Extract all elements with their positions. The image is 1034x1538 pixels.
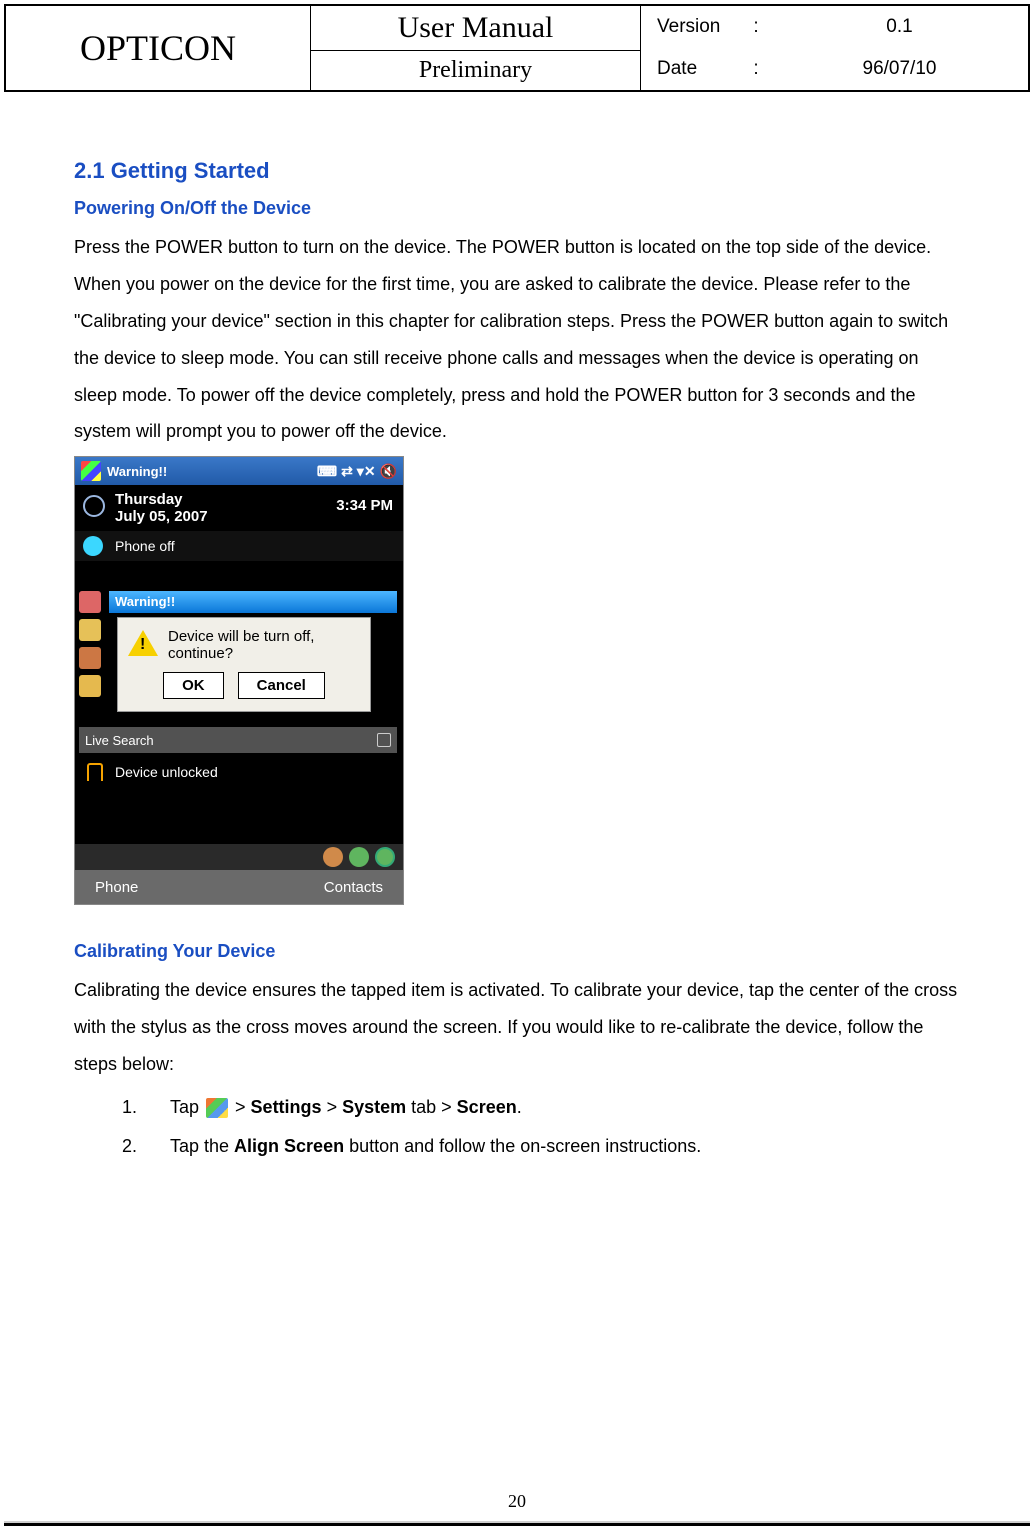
step1-system: System bbox=[342, 1097, 406, 1117]
step-text-1: Tap > Settings > System tab > Screen. bbox=[170, 1089, 960, 1126]
speaker-icon: 🔇 bbox=[380, 463, 397, 480]
doc-subtitle: Preliminary bbox=[311, 51, 640, 90]
meta-cell: Version : 0.1 Date : 96/07/10 bbox=[641, 6, 1028, 90]
step2-suffix: button and follow the on-screen instruct… bbox=[344, 1136, 701, 1156]
search-icon bbox=[377, 733, 391, 747]
keyboard-icon: ⌨ bbox=[317, 463, 337, 480]
section-heading: 2.1 Getting Started bbox=[74, 158, 960, 184]
tray-icon-1 bbox=[323, 847, 343, 867]
calendar-icon bbox=[79, 647, 101, 669]
ok-button[interactable]: OK bbox=[163, 672, 224, 699]
steps-list: 1. Tap > Settings > System tab > Screen.… bbox=[74, 1089, 960, 1165]
colon: : bbox=[741, 16, 771, 38]
unlock-icon bbox=[87, 763, 103, 781]
version-value: 0.1 bbox=[771, 16, 1028, 38]
ss-warning-bar: Warning!! bbox=[109, 591, 397, 613]
ss-phone-off-label: Phone off bbox=[115, 538, 175, 554]
list-item: 2. Tap the Align Screen button and follo… bbox=[122, 1128, 960, 1165]
step1-screen: Screen bbox=[457, 1097, 517, 1117]
step1-settings: Settings bbox=[251, 1097, 322, 1117]
tray-icon-2 bbox=[349, 847, 369, 867]
softkey-contacts[interactable]: Contacts bbox=[324, 879, 383, 896]
ss-poweroff-dialog: Device will be turn off, continue? OK Ca… bbox=[117, 617, 371, 712]
ss-date-row: Thursday July 05, 2007 3:34 PM bbox=[75, 485, 403, 531]
step1-period: . bbox=[517, 1097, 522, 1117]
paragraph-power: Press the POWER button to turn on the de… bbox=[74, 229, 960, 450]
windows-start-icon bbox=[206, 1098, 228, 1118]
ss-dialog-text: Device will be turn off, continue? bbox=[168, 628, 360, 662]
version-row: Version : 0.1 bbox=[641, 6, 1028, 48]
date-row: Date : 96/07/10 bbox=[641, 48, 1028, 90]
paragraph-calibrate: Calibrating the device ensures the tappe… bbox=[74, 972, 960, 1083]
title-cell: User Manual Preliminary bbox=[311, 6, 641, 90]
ss-top-bar: Warning!! ⌨ ⇄ ▾✕ 🔇 bbox=[75, 457, 403, 485]
windows-start-icon bbox=[81, 461, 101, 481]
grid-icon bbox=[79, 675, 101, 697]
sync-icon: ⇄ bbox=[341, 463, 353, 480]
mail-icon bbox=[79, 619, 101, 641]
ss-time: 3:34 PM bbox=[336, 497, 393, 514]
step1-gt2: > bbox=[322, 1097, 343, 1117]
warning-triangle-icon bbox=[128, 630, 158, 656]
brand-cell: OPTICON bbox=[6, 6, 311, 90]
cancel-button[interactable]: Cancel bbox=[238, 672, 325, 699]
date-value: 96/07/10 bbox=[771, 58, 1028, 80]
doc-title: User Manual bbox=[311, 6, 640, 51]
colon: : bbox=[741, 58, 771, 80]
subsection-heading-power: Powering On/Off the Device bbox=[74, 198, 960, 219]
ss-side-icons bbox=[79, 591, 101, 697]
ss-live-label: Live Search bbox=[85, 733, 154, 748]
tray-icon-3 bbox=[375, 847, 395, 867]
footer-rule bbox=[4, 1523, 1030, 1526]
subsection-heading-calibrate: Calibrating Your Device bbox=[74, 941, 960, 962]
step1-gt1: > bbox=[230, 1097, 251, 1117]
step-number-2: 2. bbox=[122, 1128, 170, 1165]
ss-date-text: July 05, 2007 bbox=[115, 508, 208, 525]
step-number-1: 1. bbox=[122, 1089, 170, 1126]
ss-softkey-bar: Phone Contacts bbox=[75, 870, 403, 904]
date-label: Date bbox=[641, 58, 741, 80]
document-header: OPTICON User Manual Preliminary Version … bbox=[4, 4, 1030, 92]
softkey-phone[interactable]: Phone bbox=[95, 879, 138, 896]
page-content: 2.1 Getting Started Powering On/Off the … bbox=[0, 96, 1034, 1165]
device-screenshot: Warning!! ⌨ ⇄ ▾✕ 🔇 Thursday July 05, 200… bbox=[74, 456, 404, 905]
ss-tray-row bbox=[75, 844, 403, 872]
step2-align: Align Screen bbox=[234, 1136, 344, 1156]
step1-tab: tab > bbox=[406, 1097, 457, 1117]
ss-day: Thursday bbox=[115, 491, 208, 508]
page-number: 20 bbox=[0, 1491, 1034, 1512]
ss-live-search-row: Live Search bbox=[79, 727, 397, 753]
ss-phone-off-row: Phone off bbox=[75, 531, 403, 561]
ss-unlocked-label: Device unlocked bbox=[115, 764, 218, 780]
phone-icon bbox=[83, 536, 103, 556]
step-text-2: Tap the Align Screen button and follow t… bbox=[170, 1128, 960, 1165]
ss-status-icons: ⌨ ⇄ ▾✕ 🔇 bbox=[317, 463, 397, 480]
ss-top-title: Warning!! bbox=[107, 464, 167, 479]
ss-unlocked-row: Device unlocked bbox=[79, 757, 397, 787]
version-label: Version bbox=[641, 16, 741, 38]
list-item: 1. Tap > Settings > System tab > Screen. bbox=[122, 1089, 960, 1126]
step2-prefix: Tap the bbox=[170, 1136, 234, 1156]
step1-prefix: Tap bbox=[170, 1097, 204, 1117]
contact-icon bbox=[79, 591, 101, 613]
signal-icon: ▾✕ bbox=[357, 463, 376, 480]
clock-icon bbox=[83, 495, 105, 517]
